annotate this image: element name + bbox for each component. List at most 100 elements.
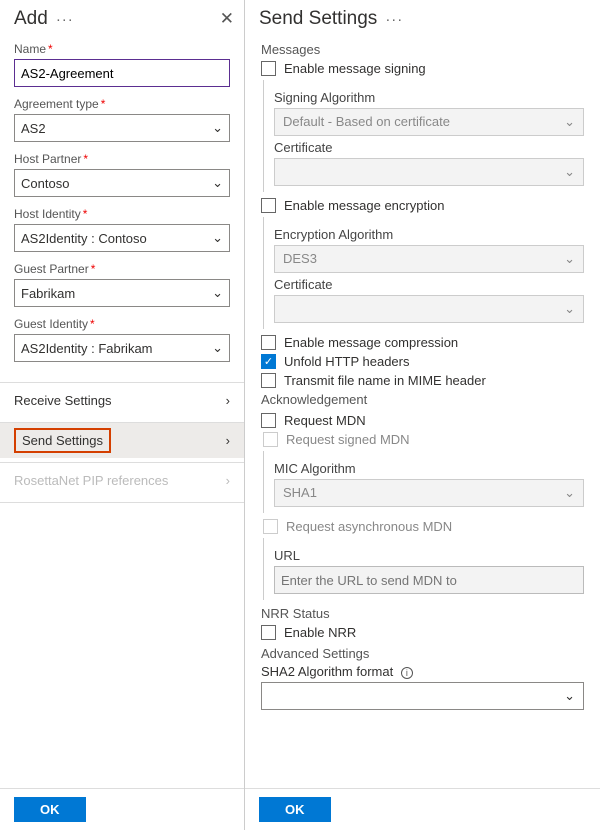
encryption-algo-value: DES3 xyxy=(283,251,317,267)
add-blade: Add ··· ✕ Name* ✓ Agreement type* AS2⌄ H… xyxy=(0,0,245,830)
guest-identity-select[interactable]: AS2Identity : Fabrikam ⌄ xyxy=(14,334,230,362)
host-identity-label: Host Identity xyxy=(14,207,81,221)
chevron-down-icon: ⌄ xyxy=(564,688,575,704)
encryption-cert-label: Certificate xyxy=(274,277,584,292)
request-signed-mdn-checkbox[interactable]: Request signed MDN xyxy=(263,432,584,447)
host-partner-value: Contoso xyxy=(21,176,69,191)
request-async-mdn-label: Request asynchronous MDN xyxy=(286,519,452,534)
footer: OK xyxy=(0,788,244,830)
checkbox-icon xyxy=(261,373,276,388)
blade-header: Send Settings ··· xyxy=(245,0,600,36)
enable-encryption-label: Enable message encryption xyxy=(284,198,444,213)
chevron-down-icon: ⌄ xyxy=(212,340,223,356)
unfold-headers-label: Unfold HTTP headers xyxy=(284,354,410,369)
signing-algo-label: Signing Algorithm xyxy=(274,90,584,105)
blade-title: Add xyxy=(14,8,48,30)
field-agreement-type: Agreement type* AS2⌄ xyxy=(14,97,230,142)
enable-signing-checkbox[interactable]: Enable message signing xyxy=(261,61,584,76)
info-icon[interactable]: i xyxy=(401,667,413,679)
blade-header: Add ··· ✕ xyxy=(0,0,244,36)
host-partner-select[interactable]: Contoso⌄ xyxy=(14,169,230,197)
agreement-type-select[interactable]: AS2⌄ xyxy=(14,114,230,142)
add-form: Name* ✓ Agreement type* AS2⌄ Host Partne… xyxy=(0,36,244,378)
encryption-cert-select[interactable]: ⌄ xyxy=(274,295,584,323)
signing-algo-select[interactable]: Default - Based on certificate ⌄ xyxy=(274,108,584,136)
encryption-algo-select[interactable]: DES3 ⌄ xyxy=(274,245,584,273)
field-host-identity: Host Identity* AS2Identity : Contoso⌄ xyxy=(14,207,230,252)
close-icon[interactable]: ✕ xyxy=(220,9,234,29)
transmit-filename-label: Transmit file name in MIME header xyxy=(284,373,486,388)
chevron-right-icon: › xyxy=(226,433,230,448)
url-label: URL xyxy=(274,548,584,563)
checkbox-icon xyxy=(261,198,276,213)
ack-heading: Acknowledgement xyxy=(261,392,584,407)
receive-settings-label: Receive Settings xyxy=(14,393,112,408)
chevron-down-icon: ⌄ xyxy=(564,164,575,180)
enable-compression-checkbox[interactable]: Enable message compression xyxy=(261,335,584,350)
name-input[interactable] xyxy=(14,59,230,87)
host-identity-select[interactable]: AS2Identity : Contoso ⌄ xyxy=(14,224,230,252)
agreement-type-value: AS2 xyxy=(21,121,46,136)
encryption-block: Encryption Algorithm DES3⌄ Certificate ⌄ xyxy=(263,217,584,329)
more-icon[interactable]: ··· xyxy=(385,11,403,28)
signing-block: Signing Algorithm Default - Based on cer… xyxy=(263,80,584,192)
chevron-right-icon: › xyxy=(226,473,230,488)
url-block: URL xyxy=(263,538,584,600)
mic-algo-value: SHA1 xyxy=(283,485,317,501)
rosettanet-label: RosettaNet PIP references xyxy=(14,473,168,488)
signing-cert-label: Certificate xyxy=(274,140,584,155)
sha2-label: SHA2 Algorithm format xyxy=(261,664,393,679)
sha2-select[interactable]: ⌄ xyxy=(261,682,584,710)
chevron-down-icon: ⌄ xyxy=(564,251,575,267)
send-settings-content: Messages Enable message signing Signing … xyxy=(245,36,600,788)
footer: OK xyxy=(245,788,600,830)
request-mdn-label: Request MDN xyxy=(284,413,366,428)
guest-partner-label: Guest Partner xyxy=(14,262,89,276)
agreement-type-label: Agreement type xyxy=(14,97,99,111)
guest-partner-select[interactable]: Fabrikam ⌄ xyxy=(14,279,230,307)
field-name: Name* ✓ xyxy=(14,42,230,87)
enable-compression-label: Enable message compression xyxy=(284,335,458,350)
messages-heading: Messages xyxy=(261,42,584,57)
more-icon[interactable]: ··· xyxy=(56,11,74,28)
chevron-down-icon: ⌄ xyxy=(212,230,223,246)
unfold-headers-checkbox[interactable]: ✓ Unfold HTTP headers xyxy=(261,354,584,369)
guest-identity-value: AS2Identity : Fabrikam xyxy=(21,341,153,356)
ok-button[interactable]: OK xyxy=(259,797,331,822)
mic-algo-select[interactable]: SHA1⌄ xyxy=(274,479,584,507)
mdn-url-input[interactable] xyxy=(274,566,584,594)
advanced-heading: Advanced Settings xyxy=(261,646,584,661)
guest-identity-label: Guest Identity xyxy=(14,317,88,331)
checkbox-icon xyxy=(261,625,276,640)
request-signed-mdn-label: Request signed MDN xyxy=(286,432,410,447)
required-icon: * xyxy=(91,262,96,276)
transmit-filename-checkbox[interactable]: Transmit file name in MIME header xyxy=(261,373,584,388)
required-icon: * xyxy=(90,317,95,331)
nav-rosettanet: RosettaNet PIP references › xyxy=(0,463,244,498)
nrr-heading: NRR Status xyxy=(261,606,584,621)
send-settings-label: Send Settings xyxy=(14,428,111,453)
signing-cert-select[interactable]: ⌄ xyxy=(274,158,584,186)
divider xyxy=(0,502,244,503)
request-mdn-checkbox[interactable]: Request MDN xyxy=(261,413,584,428)
enable-nrr-checkbox[interactable]: Enable NRR xyxy=(261,625,584,640)
checkbox-icon xyxy=(261,335,276,350)
mic-algo-label: MIC Algorithm xyxy=(274,461,584,476)
field-guest-partner: Guest Partner* Fabrikam ⌄ xyxy=(14,262,230,307)
name-label: Name xyxy=(14,42,46,56)
field-host-partner: Host Partner* Contoso⌄ xyxy=(14,152,230,197)
chevron-down-icon: ⌄ xyxy=(564,114,575,130)
chevron-down-icon: ⌄ xyxy=(212,285,223,301)
signing-algo-value: Default - Based on certificate xyxy=(283,114,450,130)
nav-receive-settings[interactable]: Receive Settings › xyxy=(0,383,244,418)
ok-button[interactable]: OK xyxy=(14,797,86,822)
field-guest-identity: Guest Identity* AS2Identity : Fabrikam ⌄ xyxy=(14,317,230,362)
sha2-row: SHA2 Algorithm format i xyxy=(261,664,584,679)
request-async-mdn-checkbox[interactable]: Request asynchronous MDN xyxy=(263,519,584,534)
enable-encryption-checkbox[interactable]: Enable message encryption xyxy=(261,198,584,213)
host-identity-value: AS2Identity : Contoso xyxy=(21,231,147,246)
chevron-right-icon: › xyxy=(226,393,230,408)
nav-send-settings[interactable]: Send Settings › xyxy=(0,423,244,458)
guest-partner-value: Fabrikam xyxy=(21,286,75,301)
host-partner-label: Host Partner xyxy=(14,152,81,166)
